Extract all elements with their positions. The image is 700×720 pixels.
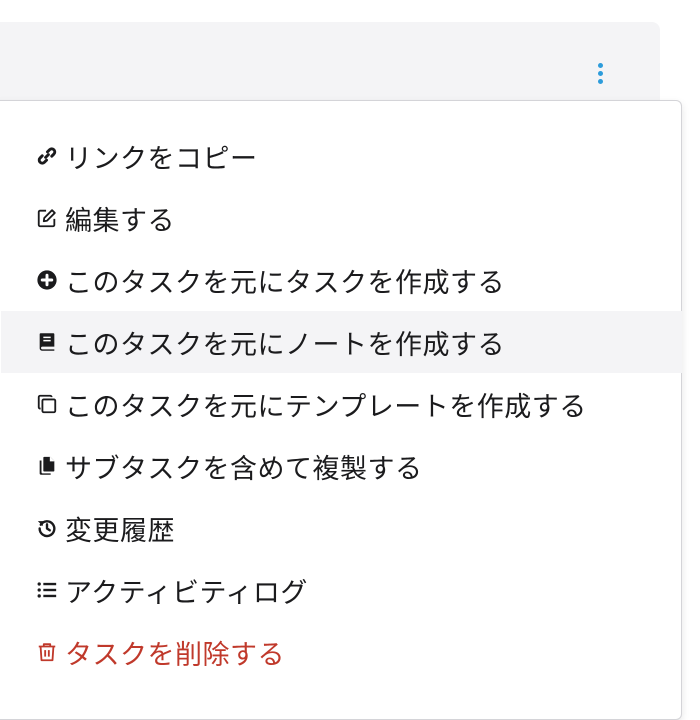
menu-item-label: このタスクを元にタスクを作成する	[65, 267, 505, 299]
task-header-bar	[0, 22, 660, 104]
menu-item-create-note-from-task[interactable]: このタスクを元にノートを作成する	[1, 311, 682, 373]
menu-item-delete-task[interactable]: タスクを削除する	[1, 621, 682, 683]
menu-item-duplicate-with-subtasks[interactable]: サブタスクを含めて複製する	[1, 435, 682, 497]
book-icon	[35, 330, 59, 354]
more-options-button[interactable]	[588, 58, 612, 88]
menu-item-change-history[interactable]: 変更履歴	[1, 497, 682, 559]
menu-item-label: サブタスクを含めて複製する	[65, 453, 423, 485]
copy-icon	[35, 454, 59, 478]
clone-icon	[35, 392, 59, 416]
kebab-dot	[597, 78, 603, 84]
edit-icon	[35, 206, 59, 230]
kebab-dot	[597, 70, 603, 76]
plus-circle-icon	[35, 268, 59, 292]
task-context-menu: リンクをコピー 編集する このタスクを元にタスクを作成する このタスクを元にノー…	[0, 100, 682, 720]
trash-icon	[35, 640, 59, 664]
history-icon	[35, 516, 59, 540]
menu-item-label: このタスクを元にテンプレートを作成する	[65, 391, 587, 423]
menu-item-label: このタスクを元にノートを作成する	[65, 329, 505, 361]
menu-item-label: 編集する	[65, 205, 175, 237]
menu-item-label: リンクをコピー	[65, 143, 258, 175]
menu-item-copy-link[interactable]: リンクをコピー	[1, 125, 682, 187]
menu-item-label: アクティビティログ	[65, 577, 308, 609]
menu-item-label: 変更履歴	[65, 515, 175, 547]
menu-item-label: タスクを削除する	[65, 639, 285, 671]
menu-item-edit[interactable]: 編集する	[1, 187, 682, 249]
menu-item-activity-log[interactable]: アクティビティログ	[1, 559, 682, 621]
kebab-dot	[597, 62, 603, 68]
menu-item-create-task-from-task[interactable]: このタスクを元にタスクを作成する	[1, 249, 682, 311]
link-icon	[35, 144, 59, 168]
menu-item-create-template-from-task[interactable]: このタスクを元にテンプレートを作成する	[1, 373, 682, 435]
list-icon	[35, 578, 59, 602]
